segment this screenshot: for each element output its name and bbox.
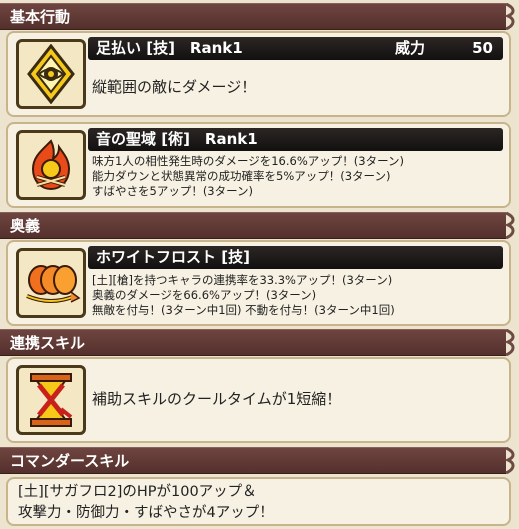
section-title-link: 連携スキル: [10, 334, 86, 352]
skill-icon-frame: [16, 130, 86, 200]
section-title-ougi: 奥義: [10, 217, 41, 235]
section-header-basic: 基本行動: [0, 3, 515, 30]
skill-description: 縦範囲の敵にダメージ！: [92, 78, 257, 96]
skill-icon-frame: [16, 365, 86, 435]
header-flourish-icon: [504, 3, 515, 30]
commander-line: 攻撃力・防御力・すばやさが4アップ！: [18, 505, 274, 521]
section-title-commander: コマンダースキル: [10, 452, 130, 470]
header-flourish-icon: [504, 212, 515, 239]
effect-line: [土][槍]を持つキャラの連携率を33.3%アップ！(3ターン): [92, 273, 393, 287]
effect-line: 無敵を付与！(3ターン中1回) 不動を付与！(3ターン中1回): [92, 303, 395, 317]
link-skill-card[interactable]: 補助スキルのクールタイムが1短縮！: [6, 357, 511, 443]
hourglass-x-icon: [30, 373, 73, 427]
header-flourish-icon: [504, 329, 515, 356]
effect-line: 味方1人の相性発生時のダメージを16.6%アップ！(3ターン): [92, 154, 404, 168]
section-header-link: 連携スキル: [0, 329, 515, 356]
commander-line: [土][サガフロ2]のHPが100アップ＆: [18, 484, 257, 500]
eye-diamond-icon: [27, 44, 75, 104]
skill-title: 音の聖域 [術] Rank1: [96, 130, 258, 148]
header-flourish-icon: [504, 447, 515, 474]
effect-line: 奥義のダメージを66.6%アップ！(3ターン): [92, 288, 317, 302]
ougi-card-white-frost[interactable]: ホワイトフロスト [技] [土][槍]を持つキャラの連携率を33.3%アップ！(…: [6, 240, 511, 326]
effect-line: 能力ダウンと状態異常の成功確率を5%アップ！(3ターン): [92, 169, 391, 183]
fire-rings-icon: [26, 265, 81, 303]
skill-title: ホワイトフロスト [技]: [96, 248, 250, 266]
skill-icon-frame: [16, 248, 86, 318]
power-label: 威力: [394, 39, 425, 57]
skill-icon-frame: [16, 39, 86, 109]
link-skill-description: 補助スキルのクールタイムが1短縮！: [92, 390, 342, 408]
skill-title-bar: 足払い [技] Rank1 威力 50: [88, 37, 503, 60]
skill-title: 足払い [技] Rank1: [96, 39, 243, 57]
skill-title-bar: ホワイトフロスト [技]: [88, 246, 503, 269]
skill-card-ashibarai[interactable]: 足払い [技] Rank1 威力 50 縦範囲の敵にダメージ！: [6, 31, 511, 117]
section-title-basic: 基本行動: [10, 8, 71, 26]
skill-title-bar: 音の聖域 [術] Rank1: [88, 128, 503, 151]
skill-description: 味方1人の相性発生時のダメージを16.6%アップ！(3ターン) 能力ダウンと状態…: [92, 154, 404, 199]
fire-crossbones-icon: [31, 139, 71, 191]
section-header-ougi: 奥義: [0, 212, 515, 239]
power-value: 50: [472, 39, 493, 57]
skill-description: [土][槍]を持つキャラの連携率を33.3%アップ！(3ターン) 奥義のダメージ…: [92, 273, 395, 318]
commander-skill-card[interactable]: [土][サガフロ2]のHPが100アップ＆ 攻撃力・防御力・すばやさが4アップ！: [6, 477, 511, 526]
effect-line: すばやさを5アップ！(3ターン): [92, 184, 254, 198]
section-header-commander: コマンダースキル: [0, 447, 515, 474]
skill-card-oto-no-seiiki[interactable]: 音の聖域 [術] Rank1 味方1人の相性発生時のダメージを16.6%アップ！…: [6, 122, 511, 208]
